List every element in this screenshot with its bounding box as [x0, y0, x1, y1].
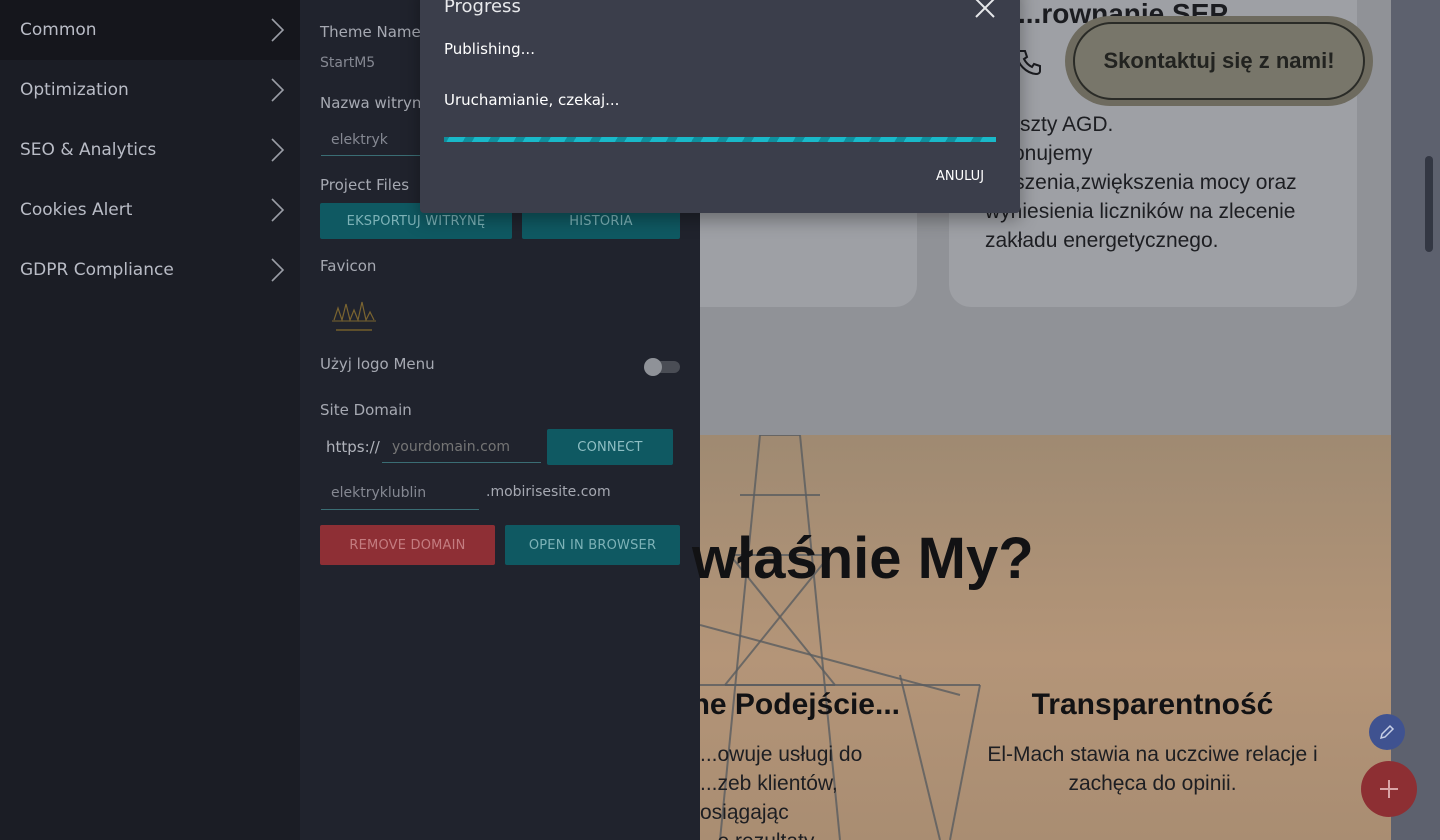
nav-item-label: SEO & Analytics — [20, 140, 157, 160]
chevron-right-icon — [271, 78, 285, 102]
approach-heading: ...ne Podejście — [700, 688, 900, 721]
site-name-input[interactable] — [321, 124, 431, 156]
transparency-line: zachęca do opinii. — [1068, 772, 1237, 795]
project-files-label: Project Files — [320, 176, 410, 194]
toggle-knob — [644, 358, 662, 376]
open-in-browser-button[interactable]: Open in Browser — [505, 525, 680, 565]
connect-domain-button[interactable]: Connect — [547, 429, 673, 465]
progress-bar — [444, 137, 996, 142]
contact-button-glow: Skontaktuj się z nami! — [1065, 16, 1373, 106]
nav-item-label: Cookies Alert — [20, 200, 133, 220]
preview-card-line: ...oszenia,zwiększenia mocy oraz — [985, 171, 1297, 194]
chevron-right-icon — [271, 258, 285, 282]
dialog-title: Progress — [444, 0, 521, 17]
approach-line: ...e rezultaty. — [700, 827, 930, 840]
nav-item-optimization[interactable]: Optimization — [0, 60, 300, 120]
site-name-label: Nazwa witryny — [320, 94, 431, 112]
progress-message: Uruchamianie, czekaj... — [444, 91, 620, 109]
subdomain-input[interactable] — [321, 477, 479, 510]
preview-scrollbar[interactable] — [1391, 0, 1440, 840]
why-us-heading: właśnie My? — [692, 526, 1034, 591]
approach-line: ...zeb klientów, osiągając — [700, 772, 838, 824]
favicon-image[interactable] — [328, 298, 380, 334]
site-domain-label: Site Domain — [320, 401, 412, 419]
chevron-right-icon — [271, 198, 285, 222]
nav-item-label: GDPR Compliance — [20, 260, 174, 280]
favicon-label: Favicon — [320, 257, 377, 275]
transparency-line: El-Mach stawia na uczciwe relacje i — [987, 743, 1318, 766]
transparency-heading: Transparentność — [1031, 688, 1274, 721]
subdomain-suffix: .mobirisesite.com — [486, 484, 611, 500]
approach-line: ...owuje usługi do — [700, 743, 863, 766]
plus-icon — [1380, 780, 1398, 798]
chevron-right-icon — [271, 138, 285, 162]
nav-item-gdpr-compliance[interactable]: GDPR Compliance — [0, 240, 300, 300]
chevron-right-icon — [271, 18, 285, 42]
preview-card-line: zakładu energetycznego. — [985, 229, 1219, 252]
custom-domain-input[interactable] — [382, 431, 541, 463]
remove-domain-button[interactable]: Remove Domain — [320, 525, 495, 565]
approach-text: ...owuje usługi do ...zeb klientów, osią… — [700, 740, 930, 840]
scrollbar-thumb[interactable] — [1425, 156, 1433, 252]
nav-item-cookies-alert[interactable]: Cookies Alert — [0, 180, 300, 240]
add-block-fab[interactable] — [1361, 761, 1417, 817]
nav-item-seo-analytics[interactable]: SEO & Analytics — [0, 120, 300, 180]
settings-nav: Common Optimization SEO & Analytics Cook… — [0, 0, 300, 840]
publishing-status: Publishing... — [444, 40, 535, 58]
preview-card-line: wyniesienia liczników na zlecenie — [985, 200, 1296, 223]
protocol-label: https:// — [326, 438, 380, 456]
nav-item-label: Optimization — [20, 80, 129, 100]
close-icon[interactable] — [973, 0, 997, 20]
theme-name-label: Theme Name — [320, 23, 421, 41]
cancel-button[interactable]: Anuluj — [924, 162, 996, 190]
transparency-text: El-Mach stawia na uczciwe relacje i zach… — [960, 740, 1345, 798]
progress-dialog: Progress Publishing... Uruchamianie, cze… — [420, 0, 1020, 213]
contact-us-button[interactable]: Skontaktuj się z nami! — [1073, 22, 1365, 100]
use-logo-menu-toggle[interactable] — [644, 358, 680, 376]
nav-item-common[interactable]: Common — [0, 0, 300, 60]
theme-name-value: StartM5 — [320, 55, 376, 71]
use-logo-menu-label: Użyj logo Menu — [320, 355, 435, 373]
nav-item-label: Common — [20, 20, 97, 40]
pencil-icon — [1379, 724, 1395, 740]
edit-fab[interactable] — [1369, 714, 1405, 750]
